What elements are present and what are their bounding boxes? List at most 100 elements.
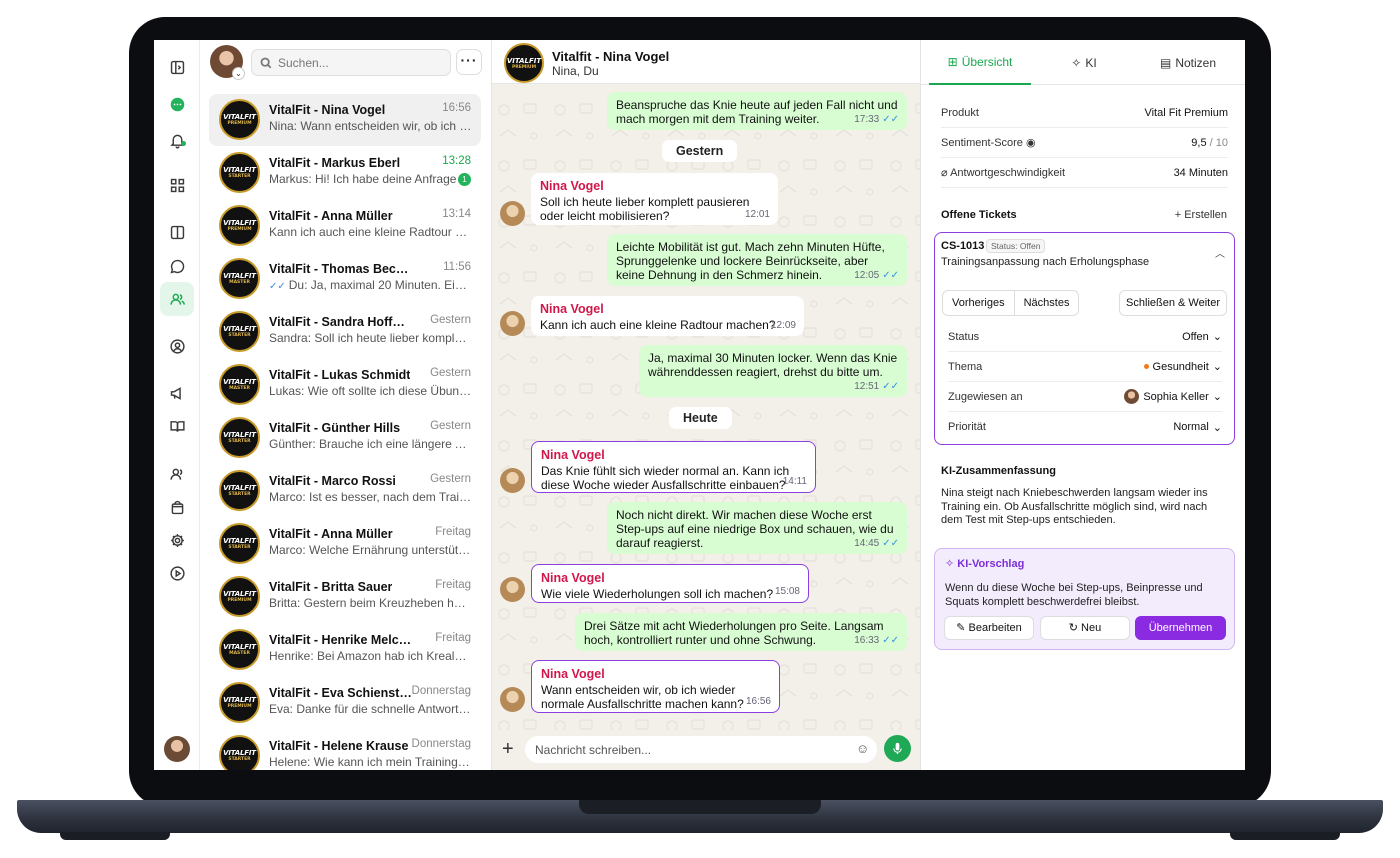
message-bubble[interactable]: Noch nicht direkt. Wir machen diese Woch… (607, 502, 907, 554)
columns-icon[interactable] (163, 218, 191, 246)
priority-field[interactable]: Priorität Normal ⌄ (948, 412, 1222, 442)
chat-list-item[interactable]: VITALFIT STARTER VitalFit - Sandra Hoffman… (209, 306, 481, 358)
chat-list-item[interactable]: VITALFIT PREMIUM VitalFit - Eva Schienstoc… (209, 677, 481, 729)
chat-list-item[interactable]: VITALFIT STARTER VitalFit - Markus Eberl 13… (209, 147, 481, 199)
ticket-description: Trainingsanpassung nach Erholungsphase (941, 256, 1150, 268)
team-icon[interactable] (163, 460, 191, 488)
assignee-field[interactable]: Zugewiesen an Sophia Keller ⌄ (948, 382, 1222, 412)
contacts-icon[interactable] (160, 282, 194, 316)
regenerate-button[interactable]: ↻ Neu (1040, 616, 1130, 640)
emoji-icon[interactable]: ☺ (856, 741, 869, 756)
response-speed-row: ⌀ Antwortgeschwindigkeit 34 Minuten (941, 158, 1228, 188)
suggestion-text: Wenn du diese Woche bei Step-ups, Beinpr… (945, 582, 1203, 608)
message-composer: + ☺ (492, 730, 920, 770)
ki-suggestion-card: ✧ KI-Vorschlag Wenn du diese Woche bei S… (934, 548, 1235, 650)
chat-list-item[interactable]: VITALFIT STARTER VitalFit - Helene Krause D… (209, 730, 481, 770)
chat-preview: Sandra: Soll ich heute lieber komplett p… (269, 331, 472, 345)
chat-name: VitalFit - Sandra Hoffmann (269, 315, 414, 329)
previous-ticket-button[interactable]: Vorheriges (943, 291, 1014, 315)
summary-text: Nina steigt nach Kniebeschwerden langsam… (941, 487, 1208, 526)
day-separator: Heute (669, 407, 732, 429)
chevron-up-icon[interactable]: ︿ (1215, 245, 1225, 260)
sparkle-icon: ✧ (1071, 55, 1082, 70)
chat-name: VitalFit - Anna Müller (269, 209, 393, 223)
microphone-icon (893, 742, 902, 755)
search-input[interactable] (278, 55, 448, 70)
status-field[interactable]: Status Offen ⌄ (948, 322, 1222, 352)
dashboard-icon[interactable] (163, 171, 191, 199)
bell-icon[interactable] (163, 126, 191, 154)
chat-list-item[interactable]: VITALFIT STARTER VitalFit - Anna Müller Fre… (209, 518, 481, 570)
eye-icon[interactable]: ◉ (1026, 137, 1036, 149)
tab-ki[interactable]: ✧ KI (1033, 40, 1135, 85)
create-ticket-button[interactable]: + Erstellen (1175, 209, 1227, 221)
message-bubble[interactable]: Nina Vogel Das Knie fühlt sich wieder nor… (531, 441, 816, 493)
vitalfit-logo: VITALFIT STARTER (219, 152, 260, 193)
laptop-foot (1230, 832, 1340, 840)
vitalfit-logo: VITALFIT STARTER (219, 470, 260, 511)
chat-name: VitalFit - Helene Krause (269, 739, 409, 753)
vitalfit-logo: VITALFIT STARTER (219, 417, 260, 458)
book-icon[interactable] (163, 412, 191, 440)
chat-preview: Markus: Hi! Ich habe deine Anfrage erhal… (269, 172, 472, 186)
chat-preview: Kann ich auch eine kleine Radtour machen… (269, 225, 472, 239)
search-icon (260, 57, 272, 68)
message-bubble[interactable]: Leichte Mobilität ist gut. Mach zehn Min… (607, 234, 907, 286)
chat-list-item[interactable]: VITALFIT MASTER VitalFit - Lukas Schmidt Ge… (209, 359, 481, 411)
whatsapp-icon[interactable] (163, 90, 191, 118)
conversation-header[interactable]: VITALFIT PREMIUM Vitalfit - Nina Vogel N… (492, 40, 920, 84)
message-input[interactable] (525, 736, 877, 763)
laptop-foot (60, 832, 170, 840)
message-bubble[interactable]: Ja, maximal 30 Minuten locker. Wenn das … (639, 345, 907, 397)
chat-list-item[interactable]: VITALFIT MASTER VitalFit - Thomas Becker 11… (209, 253, 481, 305)
chat-list-item[interactable]: VITALFIT PREMIUM VitalFit - Anna Müller 13:… (209, 200, 481, 252)
play-icon[interactable] (163, 559, 191, 587)
shopping-bag-icon[interactable] (163, 493, 191, 521)
accept-button[interactable]: Übernehmen (1135, 616, 1226, 640)
user-circle-icon[interactable] (163, 332, 191, 360)
product-row: Produkt Vital Fit Premium (941, 98, 1228, 128)
chat-preview: Nina: Wann entscheiden wir, ob ich wiede… (269, 119, 472, 133)
next-ticket-button[interactable]: Nächstes (1013, 291, 1079, 315)
more-options-button[interactable]: ··· (456, 49, 482, 75)
chat-name: VitalFit - Anna Müller (269, 527, 393, 541)
message-bubble[interactable]: Nina Vogel Kann ich auch eine kleine Radt… (531, 296, 804, 336)
topic-color-dot (1143, 364, 1149, 369)
laptop-notch (579, 800, 821, 814)
message-bubble[interactable]: Nina Vogel Wann entscheiden wir, ob ich w… (531, 660, 780, 713)
chat-preview: Günther: Brauche ich eine längere Auszei… (269, 437, 472, 451)
chat-list-item[interactable]: VITALFIT PREMIUM VitalFit - Britta Sauer Fr… (209, 571, 481, 623)
sparkle-icon: ✧ (945, 558, 958, 570)
chat-list-item[interactable]: VITALFIT STARTER VitalFit - Günther Hills G… (209, 412, 481, 464)
sidebar-toggle-icon[interactable] (163, 53, 191, 81)
edit-button[interactable]: ✎ Bearbeiten (944, 616, 1034, 640)
vitalfit-logo: VITALFIT PREMIUM (504, 43, 544, 83)
nav-rail (154, 40, 200, 770)
megaphone-icon[interactable] (163, 379, 191, 407)
chat-list-item[interactable]: VITALFIT PREMIUM VitalFit - Nina Vogel 16:5… (209, 94, 481, 146)
close-and-next-button[interactable]: Schließen & Weiter (1119, 290, 1227, 316)
chat-list-item[interactable]: VITALFIT STARTER VitalFit - Marco Rossi Ges… (209, 465, 481, 517)
account-avatar[interactable]: ⌄ (210, 45, 245, 80)
attach-plus-icon[interactable]: + (502, 738, 514, 761)
gear-icon[interactable] (163, 526, 191, 554)
read-receipt-icon: ✓✓ (882, 538, 899, 549)
microphone-button[interactable] (884, 735, 911, 762)
tab-overview[interactable]: ⊞ Übersicht (929, 40, 1031, 85)
chat-name: VitalFit - Thomas Becker (269, 262, 414, 276)
contact-avatar (500, 687, 525, 712)
tab-notes[interactable]: ▤ Notizen (1137, 40, 1239, 85)
user-avatar[interactable] (164, 736, 190, 762)
topic-field[interactable]: Thema Gesundheit ⌄ (948, 352, 1222, 382)
message-bubble[interactable]: Nina Vogel Soll ich heute lieber komplett… (531, 173, 778, 225)
chat-name: VitalFit - Lukas Schmidt (269, 368, 411, 382)
chat-bubble-icon[interactable] (163, 252, 191, 280)
chat-time: Freitag (435, 632, 471, 644)
chat-time: Gestern (430, 314, 471, 326)
chat-list-item[interactable]: VITALFIT MASTER VitalFit - Henrike Melcher… (209, 624, 481, 676)
vitalfit-logo: VITALFIT STARTER (219, 735, 260, 770)
chat-name: VitalFit - Nina Vogel (269, 103, 386, 117)
message-bubble[interactable]: Drei Sätze mit acht Wiederholungen pro S… (575, 613, 907, 651)
message-bubble[interactable]: Nina Vogel Wie viele Wiederholungen soll … (531, 564, 809, 603)
message-bubble[interactable]: Beanspruche das Knie heute auf jeden Fal… (607, 92, 907, 130)
